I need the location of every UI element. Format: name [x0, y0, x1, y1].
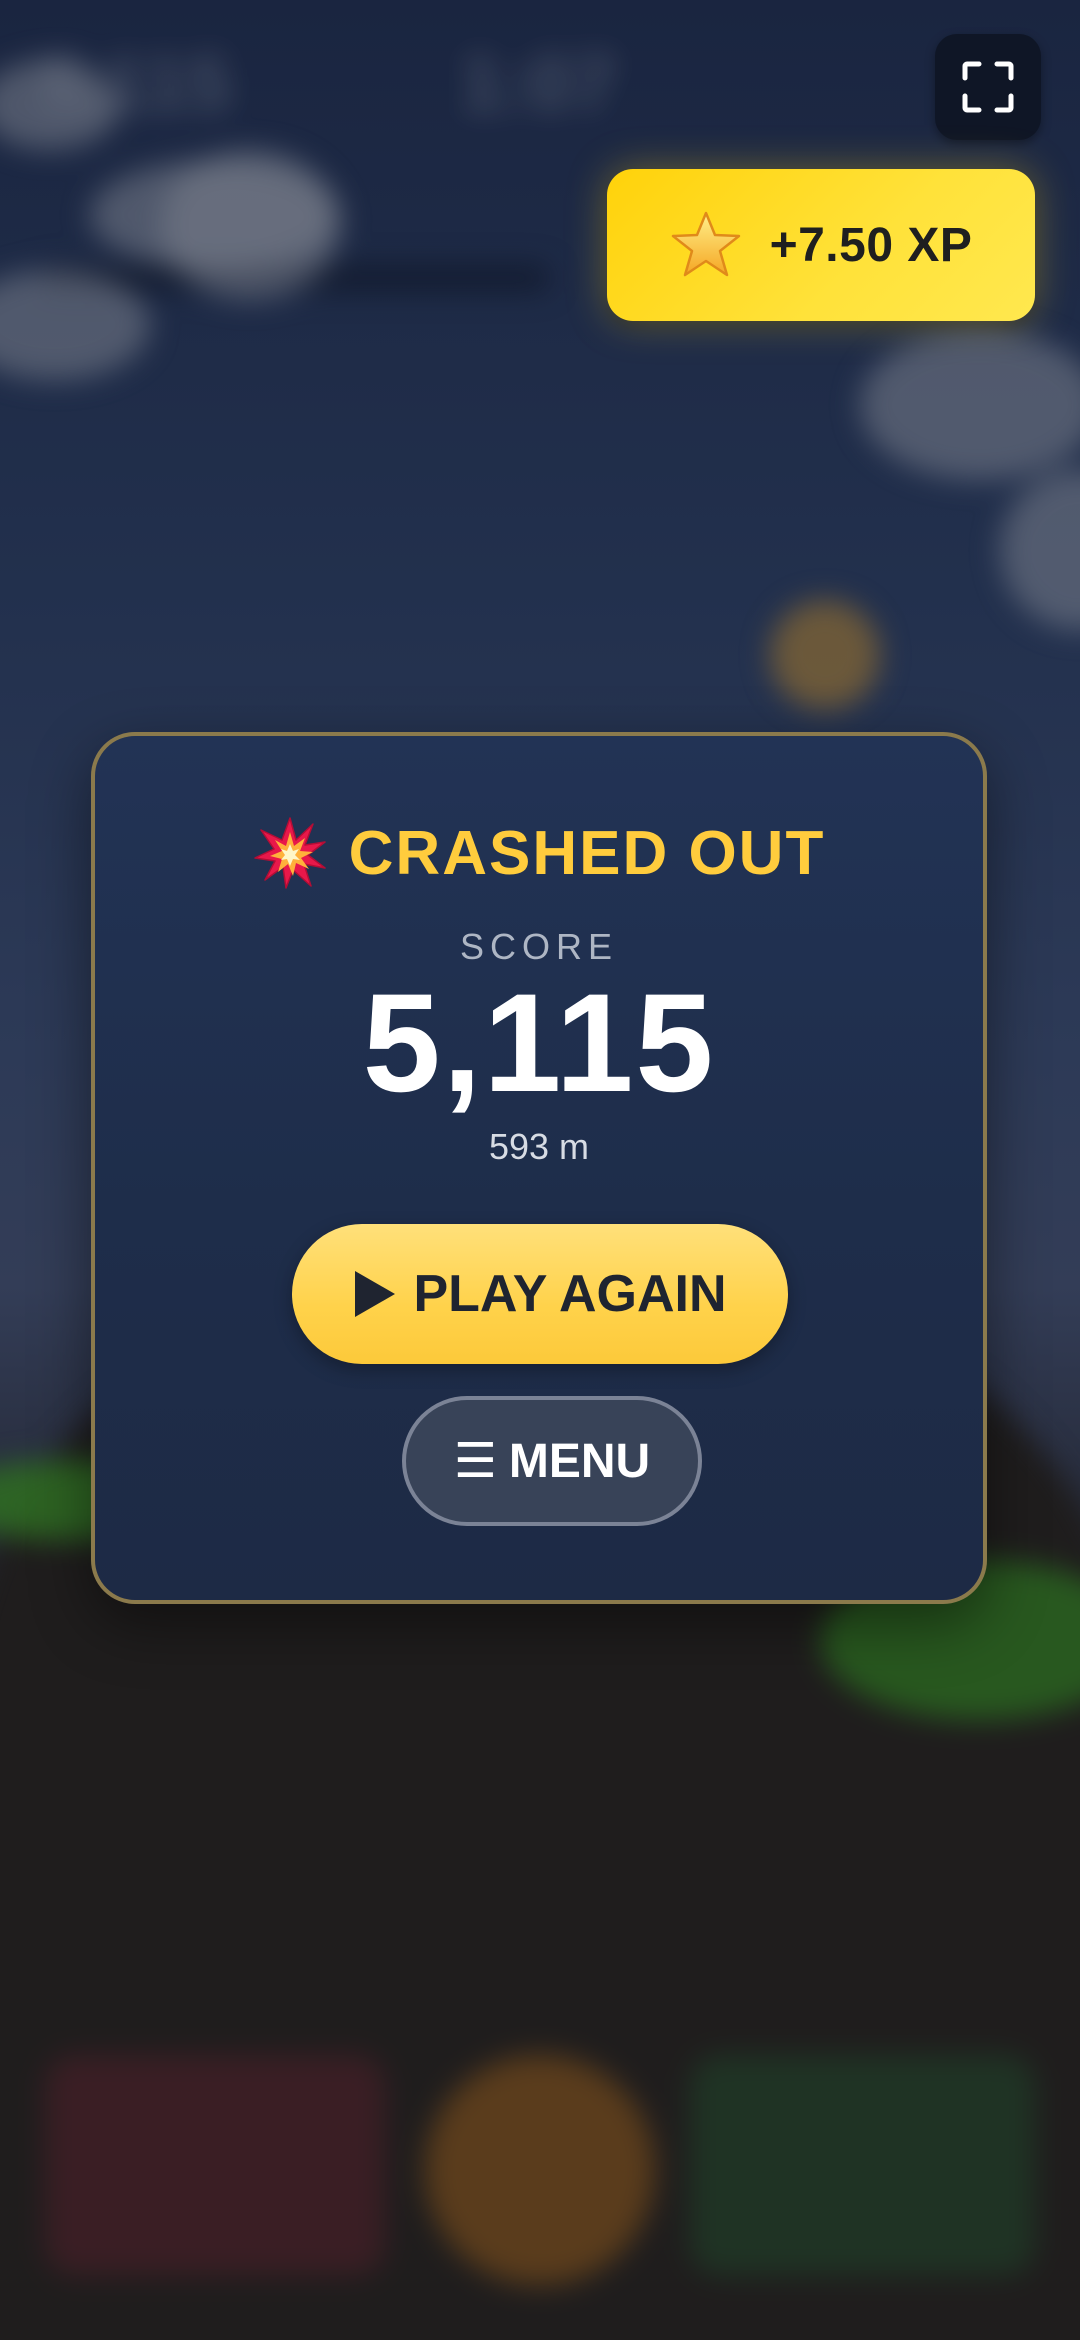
distance-value: 593 m	[488, 1126, 590, 1167]
xp-reward-badge: +7.50 XP	[607, 169, 1035, 321]
menu-label: MENU	[508, 1434, 651, 1488]
cloud	[1000, 470, 1080, 630]
fullscreen-button[interactable]	[935, 34, 1041, 140]
brake-control-ghost	[45, 2055, 385, 2275]
xp-amount: +7.50 XP	[769, 218, 973, 272]
score-value: 5,115	[362, 964, 716, 1121]
hud-time-ghost: 1:07	[460, 39, 617, 127]
menu-button[interactable]: ☰ MENU	[402, 1396, 702, 1526]
fullscreen-icon	[962, 61, 1014, 113]
gas-control-ghost	[690, 2055, 1035, 2275]
hamburger-icon: ☰	[453, 1435, 497, 1488]
coin-blur	[770, 600, 880, 710]
cloud	[860, 330, 1080, 480]
game-over-card: CRASHED OUT SCORE 5,115 593 m PLAY AGAIN…	[91, 732, 987, 1604]
play-icon	[355, 1271, 396, 1317]
star-icon	[671, 211, 740, 277]
cloud	[160, 150, 340, 300]
play-again-button[interactable]: PLAY AGAIN	[292, 1224, 788, 1364]
card-title-row: CRASHED OUT	[95, 816, 983, 890]
play-again-label: PLAY AGAIN	[413, 1265, 727, 1323]
collision-icon	[253, 817, 326, 889]
result-title: CRASHED OUT	[348, 818, 826, 888]
game-screen: 5,115 1:07 +7.50 XP CRASHED OUT SCORE 5,…	[0, 0, 1080, 2340]
boost-control-ghost	[425, 2055, 655, 2285]
